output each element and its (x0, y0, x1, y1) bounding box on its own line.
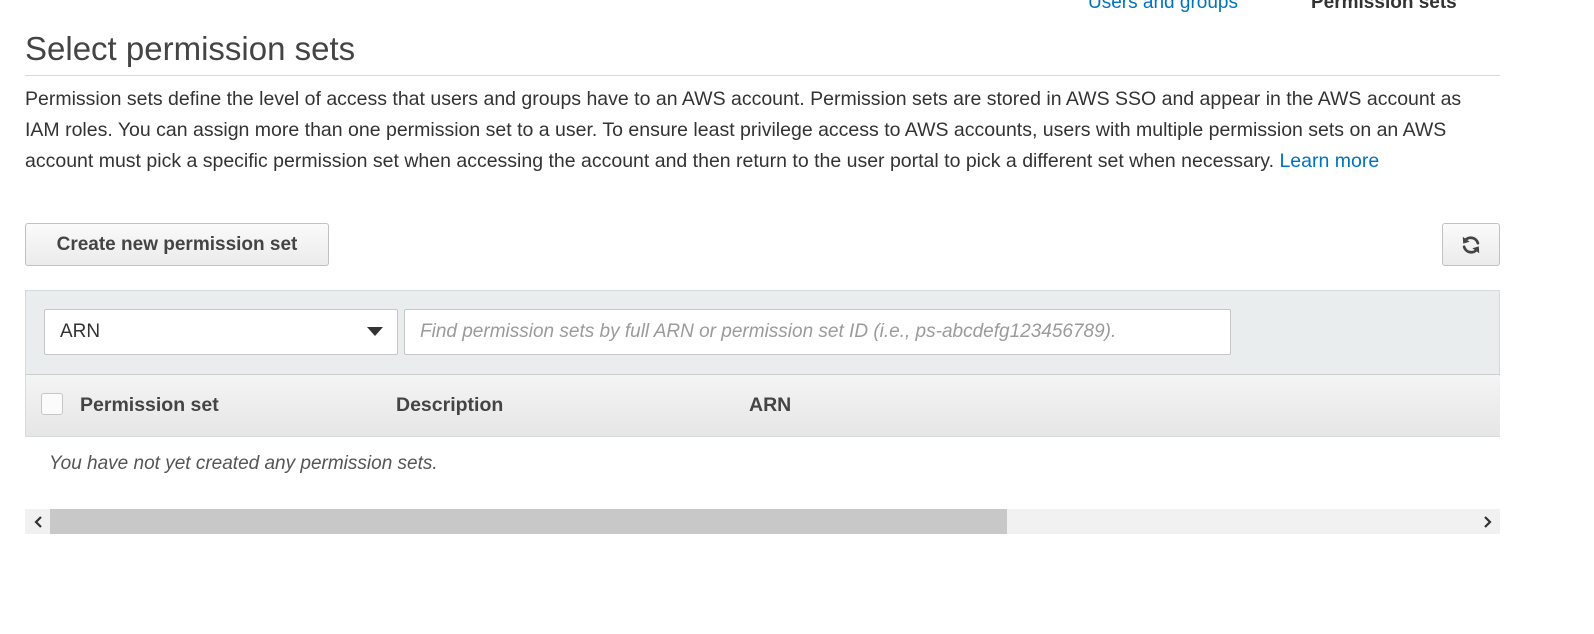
table-header: Permission set Description ARN (25, 375, 1500, 437)
create-permission-set-button[interactable]: Create new permission set (25, 223, 329, 266)
empty-table-message: You have not yet created any permission … (49, 453, 438, 474)
page-description: Permission sets define the level of acce… (25, 84, 1495, 177)
chevron-down-icon (367, 327, 383, 336)
column-header-permission-set[interactable]: Permission set (80, 394, 219, 417)
step-tab-permission-sets[interactable]: Permission sets (1311, 0, 1457, 15)
page: Users and groups Permission sets Select … (0, 0, 1594, 634)
description-text: Permission sets define the level of acce… (25, 88, 1462, 172)
filter-attribute-select[interactable]: ARN (44, 309, 398, 355)
scroll-right-icon[interactable] (1475, 509, 1500, 534)
scrollbar-thumb[interactable] (50, 509, 1007, 534)
refresh-icon (1460, 234, 1482, 256)
refresh-button[interactable] (1442, 223, 1500, 266)
column-header-description[interactable]: Description (396, 394, 503, 417)
title-divider (25, 75, 1500, 76)
permission-sets-table: ARN Permission set Description ARN You h… (25, 290, 1500, 534)
column-header-arn[interactable]: ARN (749, 394, 791, 417)
scroll-left-icon[interactable] (25, 509, 50, 534)
filter-bar: ARN (25, 290, 1500, 375)
select-all-checkbox[interactable] (41, 393, 63, 415)
learn-more-link[interactable]: Learn more (1279, 150, 1379, 172)
horizontal-scrollbar[interactable] (25, 509, 1500, 534)
step-tab-users-and-groups[interactable]: Users and groups (1088, 0, 1238, 15)
page-title: Select permission sets (25, 30, 356, 67)
filter-attribute-value: ARN (60, 321, 101, 342)
search-input[interactable] (404, 309, 1231, 355)
